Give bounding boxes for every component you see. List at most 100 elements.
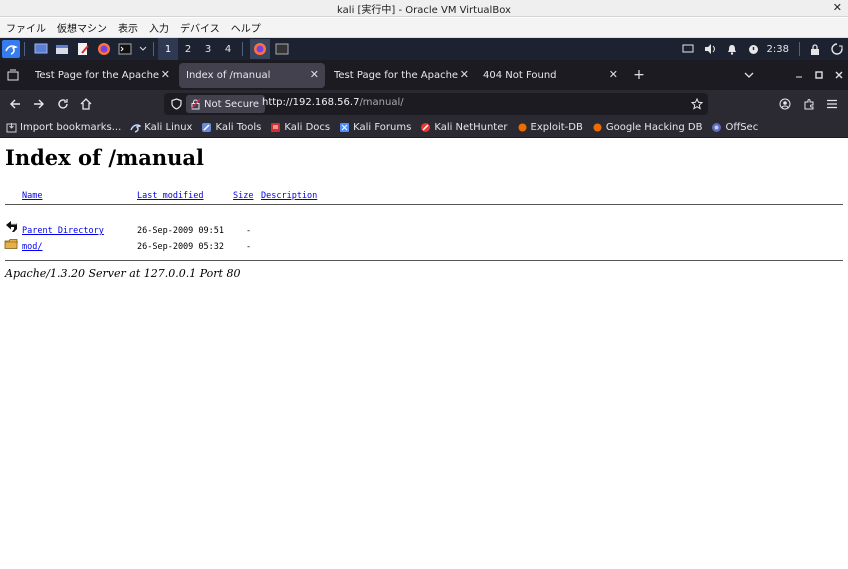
bookmark-kali-linux[interactable]: Kali Linux: [130, 122, 192, 133]
workspace-1[interactable]: 1: [158, 38, 178, 60]
bookmark-label: Kali Forums: [353, 122, 412, 133]
page-title: Index of /manual: [5, 145, 204, 170]
bookmark-kali-docs[interactable]: Kali Docs: [270, 122, 330, 133]
bookmark-label: Exploit-DB: [530, 122, 583, 133]
menu-devices[interactable]: デバイス: [180, 20, 220, 35]
taskbar-terminal-icon[interactable]: [273, 40, 291, 58]
lock-icon[interactable]: [804, 38, 826, 60]
panel-clock[interactable]: 2:38: [767, 44, 789, 55]
tab-index-manual[interactable]: Index of /manual ✕: [179, 63, 325, 88]
forward-arrow-icon[interactable]: [31, 96, 47, 112]
folder-icon: [4, 238, 19, 253]
panel-separator: [799, 42, 800, 56]
column-last-modified-link[interactable]: Last modified: [137, 191, 204, 201]
bookmark-star-icon[interactable]: [689, 96, 705, 112]
kali-tools-icon: [201, 122, 212, 133]
tab-label: Test Page for the Apache Web: [35, 70, 161, 81]
account-icon[interactable]: [777, 96, 793, 112]
shield-icon[interactable]: [168, 96, 184, 112]
bookmark-label: Kali Linux: [144, 122, 193, 133]
tab-overview-icon[interactable]: [5, 67, 21, 83]
taskbar-firefox-icon[interactable]: [250, 39, 270, 59]
menu-help[interactable]: ヘルプ: [231, 20, 261, 35]
insecure-lock-icon: [191, 99, 201, 110]
bookmark-kali-tools[interactable]: Kali Tools: [201, 122, 261, 133]
column-description-link[interactable]: Description: [261, 191, 317, 201]
bookmark-label: Import bookmarks...: [20, 122, 122, 133]
bookmark-label: Kali Docs: [284, 122, 331, 133]
close-icon[interactable]: [831, 67, 847, 83]
parent-directory-link[interactable]: Parent Directory: [22, 226, 104, 236]
kali-menu-icon[interactable]: [2, 40, 20, 58]
bookmark-offsec[interactable]: OffSec: [711, 122, 758, 133]
firefox-icon[interactable]: [95, 40, 113, 58]
bookmark-exploit-db[interactable]: Exploit-DB: [517, 122, 583, 133]
exploit-db-icon: [517, 122, 528, 133]
logout-icon[interactable]: [826, 38, 848, 60]
import-icon: [6, 122, 17, 133]
tab-close-button[interactable]: ✕: [460, 68, 469, 81]
workspace-4[interactable]: 4: [218, 38, 238, 60]
bookmark-import[interactable]: Import bookmarks...: [6, 122, 121, 133]
maximize-icon[interactable]: [811, 67, 827, 83]
kali-docs-icon: [270, 122, 281, 133]
menu-file[interactable]: ファイル: [6, 20, 46, 35]
bookmark-ghdb[interactable]: Google Hacking DB: [592, 122, 703, 133]
display-icon[interactable]: [677, 38, 699, 60]
desktop-icon[interactable]: [32, 40, 50, 58]
tab-close-button[interactable]: ✕: [609, 68, 618, 81]
nethunter-icon: [420, 122, 431, 133]
offsec-icon: [711, 122, 722, 133]
mod-folder-link[interactable]: mod/: [22, 242, 42, 252]
workspace-3[interactable]: 3: [198, 38, 218, 60]
panel-separator: [153, 42, 154, 56]
bookmarks-toolbar: Import bookmarks... Kali Linux Kali Tool…: [0, 118, 848, 138]
column-size-link[interactable]: Size: [233, 191, 253, 201]
minimize-icon[interactable]: [791, 67, 807, 83]
not-secure-indicator[interactable]: Not Secure: [186, 95, 266, 113]
firefox-tab-bar: Test Page for the Apache Web ✕ Index of …: [0, 60, 848, 90]
window-close-button[interactable]: ✕: [833, 0, 842, 15]
hamburger-menu-icon[interactable]: [824, 96, 840, 112]
row-size: -: [246, 226, 252, 236]
menu-input[interactable]: 入力: [149, 20, 169, 35]
list-all-tabs-icon[interactable]: [741, 67, 757, 83]
bookmark-label: Kali Tools: [215, 122, 262, 133]
tab-close-button[interactable]: ✕: [161, 68, 170, 81]
power-status-icon[interactable]: [743, 38, 765, 60]
panel-separator: [24, 42, 25, 56]
extensions-icon[interactable]: [801, 96, 817, 112]
menu-machine[interactable]: 仮想マシン: [57, 20, 107, 35]
divider: [5, 204, 843, 205]
bookmark-label: Google Hacking DB: [605, 122, 703, 133]
kali-forums-icon: [339, 122, 350, 133]
bookmark-kali-nethunter[interactable]: Kali NetHunter: [420, 122, 508, 133]
bookmark-label: OffSec: [725, 122, 759, 133]
url-bar[interactable]: Not Secure http://192.168.56.7/manual/: [164, 93, 708, 115]
tab-close-button[interactable]: ✕: [310, 68, 319, 81]
volume-icon[interactable]: [699, 38, 721, 60]
text-editor-icon[interactable]: [74, 40, 92, 58]
kali-top-panel: 1 2 3 4 2:38: [0, 38, 848, 60]
file-manager-icon[interactable]: [53, 40, 71, 58]
new-tab-button[interactable]: +: [631, 67, 647, 83]
bookmark-kali-forums[interactable]: Kali Forums: [339, 122, 411, 133]
tab-label: 404 Not Found: [483, 70, 557, 81]
vbox-menubar: ファイル 仮想マシン 表示 入力 デバイス ヘルプ: [0, 18, 848, 38]
tab-apache-test-1[interactable]: Test Page for the Apache Web ✕: [28, 63, 176, 88]
window-title: kali [実行中] - Oracle VM VirtualBox: [337, 5, 511, 16]
menu-view[interactable]: 表示: [118, 20, 138, 35]
page-content: Index of /manual Name Last modified Size…: [0, 139, 848, 569]
notification-bell-icon[interactable]: [721, 38, 743, 60]
chevron-down-icon[interactable]: [137, 40, 149, 58]
home-icon[interactable]: [78, 96, 94, 112]
terminal-icon[interactable]: [116, 40, 134, 58]
reload-icon[interactable]: [55, 96, 71, 112]
url-text[interactable]: http://192.168.56.7/manual/: [262, 97, 404, 108]
column-name-link[interactable]: Name: [22, 191, 42, 201]
bookmark-label: Kali NetHunter: [434, 122, 508, 133]
back-arrow-icon[interactable]: [7, 96, 23, 112]
tab-apache-test-2[interactable]: Test Page for the Apache Web ✕: [327, 63, 475, 88]
workspace-2[interactable]: 2: [178, 38, 198, 60]
tab-404[interactable]: 404 Not Found ✕: [476, 63, 624, 88]
